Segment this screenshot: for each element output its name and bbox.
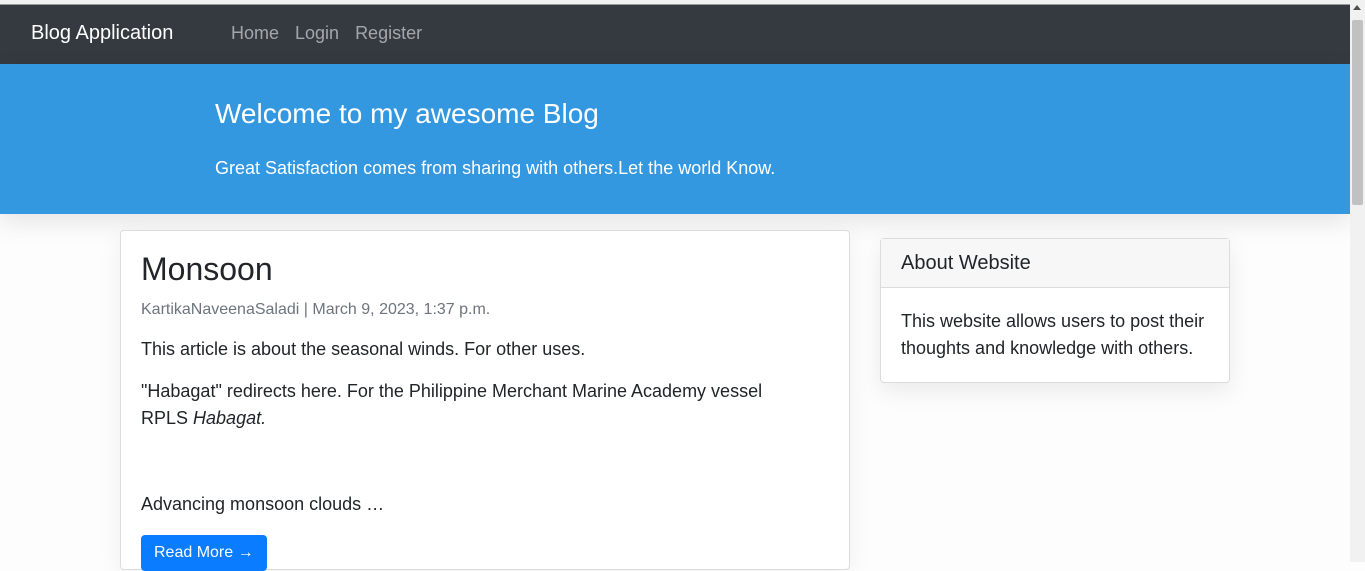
scroll-thumb[interactable] (1352, 20, 1363, 205)
masthead-title: Welcome to my awesome Blog (215, 98, 599, 129)
post-date: March 9, 2023, 1:37 p.m. (312, 301, 491, 318)
about-card-body: This website allows users to post their … (901, 311, 1205, 358)
about-card: About Website This website allows users … (880, 238, 1230, 383)
post-title: Monsoon (141, 251, 273, 287)
nav-links: Home Login Register (231, 23, 438, 44)
nav-login-link[interactable]: Login (295, 23, 339, 44)
vertical-scrollbar[interactable] (1350, 0, 1365, 562)
post-author: KartikaNaveenaSaladi (141, 301, 300, 318)
about-card-header: About Website (881, 239, 1229, 288)
read-more-button[interactable]: Read More → (141, 535, 267, 571)
nav-home-link[interactable]: Home (231, 23, 279, 44)
masthead: Welcome to my awesome Blog Great Satisfa… (0, 64, 1350, 214)
post-paragraph-3: Advancing monsoon clouds … (141, 494, 385, 514)
post-paragraph-2-italic: Habagat. (193, 408, 267, 428)
nav-register-link[interactable]: Register (355, 23, 422, 44)
post-meta: KartikaNaveenaSaladi | March 9, 2023, 1:… (141, 301, 491, 318)
post-card: Monsoon KartikaNaveenaSaladi | March 9, … (120, 230, 850, 571)
navbar: Blog Application Home Login Register (0, 5, 1350, 64)
post-paragraph-2: "Habagat" redirects here. For the Philip… (141, 378, 781, 432)
post-paragraph-1: This article is about the seasonal winds… (141, 339, 586, 359)
brand-link[interactable]: Blog Application (31, 22, 173, 45)
masthead-subtitle: Great Satisfaction comes from sharing wi… (215, 158, 776, 178)
scroll-up-arrow-icon[interactable] (1353, 5, 1361, 10)
